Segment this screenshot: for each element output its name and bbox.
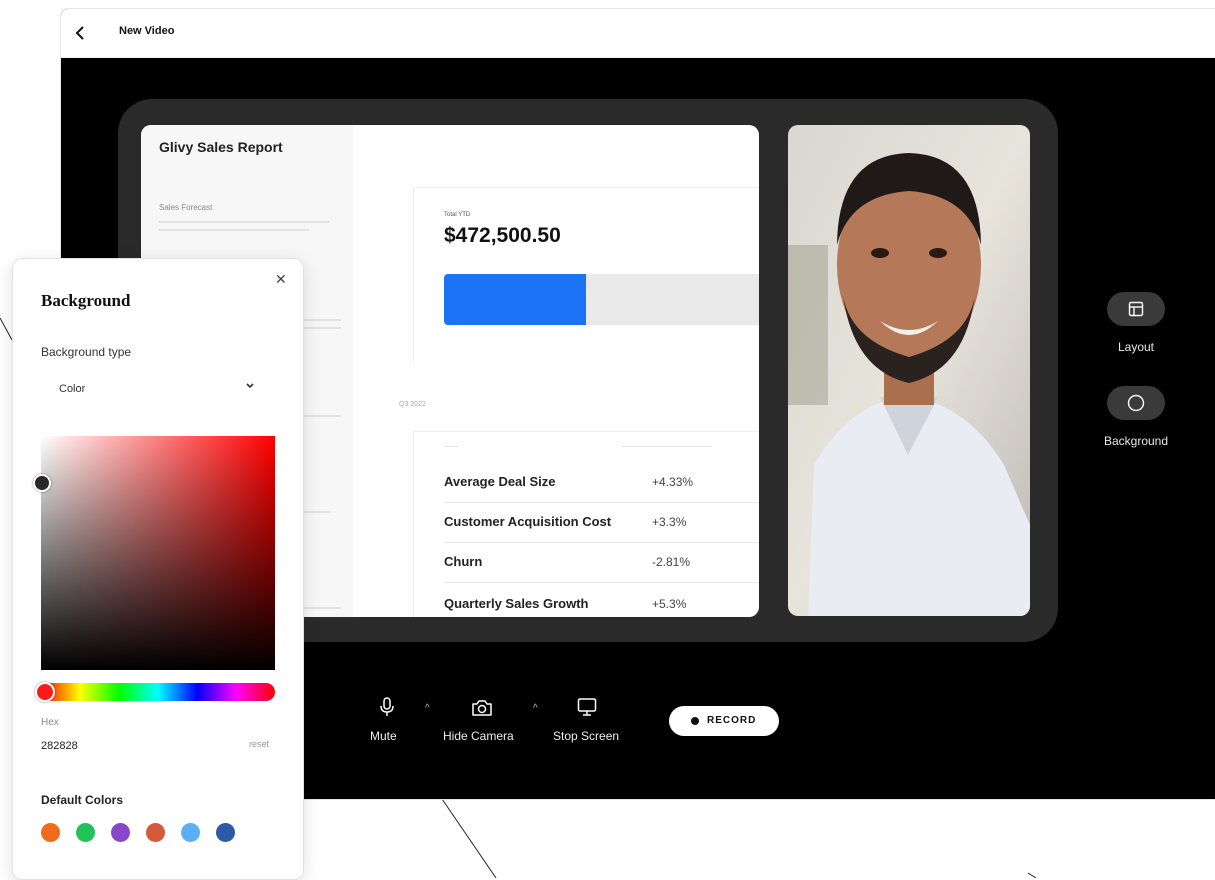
background-label: Background (1103, 434, 1169, 448)
metric-name: Average Deal Size (444, 474, 556, 489)
color-swatch[interactable] (216, 823, 235, 842)
total-ytd-label: Total YTD (444, 212, 471, 218)
reset-link[interactable]: reset (249, 739, 269, 749)
color-swatch[interactable] (41, 823, 60, 842)
background-panel: Background ✕ Background type Color Hex r… (12, 258, 304, 880)
close-icon[interactable]: ✕ (275, 271, 287, 288)
camera-icon[interactable] (471, 699, 493, 717)
mute-label: Mute (370, 729, 397, 743)
metric-value: +5.3% (652, 597, 687, 611)
metrics-table: Average Deal Size +4.33% Customer Acquis… (413, 431, 759, 617)
background-button[interactable] (1107, 386, 1165, 420)
faint-text-line (159, 221, 329, 223)
monitor-icon[interactable] (577, 697, 597, 717)
total-ytd-value: $472,500.50 (444, 224, 561, 247)
camera-feed (788, 125, 1030, 616)
background-type-label: Background type (41, 345, 132, 359)
microphone-icon[interactable] (379, 697, 395, 717)
color-swatch[interactable] (76, 823, 95, 842)
quarter-label: Q3 2022 (399, 401, 426, 408)
record-button[interactable]: RECORD (669, 706, 779, 736)
back-arrow-icon[interactable] (71, 23, 91, 43)
faint-header-text (444, 446, 458, 447)
panel-title: Background (41, 291, 131, 310)
layout-label: Layout (1117, 340, 1155, 354)
metric-value: +4.33% (652, 475, 694, 489)
record-dot-icon (691, 717, 699, 725)
color-swatch[interactable] (146, 823, 165, 842)
chevron-down-icon (246, 383, 254, 389)
layout-button[interactable] (1107, 292, 1165, 326)
ytd-progress-bar (444, 274, 759, 325)
metric-value: -2.81% (652, 555, 691, 569)
background-type-value: Color (59, 383, 86, 395)
record-label: RECORD (707, 715, 757, 726)
hex-label: Hex (41, 717, 59, 728)
metric-row: Churn -2.81% (444, 542, 759, 583)
layout-icon (1128, 301, 1144, 317)
metric-value: +3.3% (652, 515, 687, 529)
hue-slider[interactable] (35, 682, 275, 702)
mute-options-chevron-icon[interactable]: ^ (425, 703, 430, 714)
color-saturation-picker[interactable] (33, 436, 275, 670)
faint-header-text (622, 446, 712, 447)
title-bar: New Video (61, 9, 1215, 58)
color-swatch[interactable] (111, 823, 130, 842)
metric-row: Customer Acquisition Cost +3.3% (444, 502, 759, 543)
hide-camera-label: Hide Camera (443, 729, 514, 743)
faint-text-line (159, 229, 309, 231)
background-type-select[interactable]: Color (41, 375, 263, 403)
slide-title: Glivy Sales Report (159, 139, 283, 155)
color-picker-handle[interactable] (33, 474, 51, 492)
camera-options-chevron-icon[interactable]: ^ (533, 703, 538, 714)
total-ytd-card: Total YTD $472,500.50 (413, 187, 759, 363)
hex-input[interactable] (41, 737, 161, 755)
hue-slider-handle[interactable] (35, 682, 55, 702)
metric-row: Average Deal Size +4.33% (444, 462, 759, 503)
color-swatch[interactable] (181, 823, 200, 842)
default-colors-title: Default Colors (41, 793, 124, 807)
metric-name: Customer Acquisition Cost (444, 514, 612, 529)
circle-icon (1127, 394, 1145, 412)
metric-name: Quarterly Sales Growth (444, 596, 589, 611)
sales-forecast-label: Sales Forecast (159, 203, 213, 212)
stop-screen-label: Stop Screen (553, 729, 620, 743)
metric-row: Quarterly Sales Growth +5.3% (444, 584, 759, 617)
metric-name: Churn (444, 554, 483, 569)
ytd-progress-fill (444, 274, 586, 325)
window-title: New Video (119, 25, 175, 37)
